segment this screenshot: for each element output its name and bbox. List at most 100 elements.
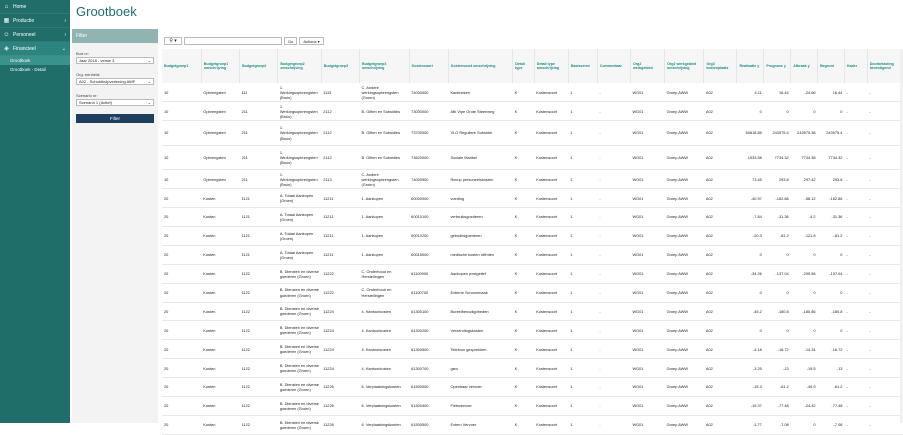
table-cell: 0: [763, 245, 791, 265]
column-header[interactable]: Budgetgroep3: [321, 49, 361, 83]
search-column-button[interactable]: ⚲ ▾: [164, 37, 182, 45]
table-cell: 211: [239, 120, 278, 146]
table-cell: -: [597, 145, 631, 171]
table-cell: B. Diensten en diverse goederen (Groen): [277, 264, 322, 284]
nav-sub-grootboek-detail[interactable]: Grootboek - Detail: [0, 65, 70, 74]
table-cell: 2112: [321, 145, 360, 171]
table-row[interactable]: 20 Kosten 1121 A. Totaal Aankopen (Groen) 11…: [162, 188, 903, 209]
table-row[interactable]: 20 Kosten 1122 B. Diensten en diverse goede…: [162, 396, 903, 416]
column-header[interactable]: Budgetgroep2: [239, 49, 279, 83]
scenario-select[interactable]: Scenario 1 (Actief) ⌄: [76, 99, 154, 106]
column-header[interactable]: Org3 kostenplaats: [703, 49, 738, 83]
table-cell: 74000000: [409, 83, 449, 103]
table-cell: 1122: [239, 339, 278, 360]
chevron-down-icon: ⌄: [61, 45, 66, 52]
column-header[interactable]: Kostensoort omschrijving: [448, 49, 514, 83]
table-cell: -: [867, 120, 903, 146]
table-cell: 1: [568, 358, 598, 379]
table-cell: 10: [162, 120, 202, 146]
table-cell: -185.86: [790, 302, 818, 322]
column-header[interactable]: Doorbelasting bevestigend: [867, 49, 903, 83]
table-cell: 0: [790, 320, 818, 341]
table-cell: A02: [703, 302, 737, 322]
table-cell: Groep AWW: [664, 226, 704, 246]
table-cell: K: [512, 396, 535, 416]
column-header[interactable]: Kostensoort: [409, 49, 449, 83]
table-cell: Extern Vervoer: [448, 415, 513, 435]
column-header[interactable]: Commentaar: [597, 49, 631, 83]
nav-item-home[interactable]: ⌂ Home: [0, 0, 70, 14]
table-cell: Kosten: [201, 302, 240, 322]
table-cell: 293.8: [817, 169, 845, 190]
column-header[interactable]: Budgetgroep3 omschrijving: [359, 49, 410, 83]
column-header[interactable]: Org2 werkgebied omschrijving: [664, 49, 705, 83]
table-row[interactable]: 20 Kosten 1121 A. Totaal Aankopen (Groen) 11…: [162, 207, 903, 227]
table-cell: Groep AWW: [664, 283, 704, 303]
table-cell: -20.3: [736, 226, 764, 246]
report-region: ⚲ ▾ Go Actions ▾ Budgetgroep1 Budgetgroep…: [162, 33, 903, 435]
table-row[interactable]: 20 Kosten 1122 B. Diensten en diverse goede…: [162, 302, 903, 322]
table-row[interactable]: 20 Kosten 1122 B. Diensten en diverse goede…: [162, 415, 903, 435]
column-header[interactable]: Begroot: [817, 49, 845, 83]
table-row[interactable]: 20 Kosten 1122 B. Diensten en diverse goede…: [162, 377, 903, 397]
table-row[interactable]: 20 Kosten 1121 A. Totaal Aankopen (Groen) 11…: [162, 226, 903, 246]
table-row[interactable]: 20 Kosten 1122 B. Diensten en diverse goede…: [162, 339, 903, 360]
table-cell: 1122: [239, 358, 278, 379]
table-row[interactable]: 20 Kosten 1122 B. Diensten en diverse goede…: [162, 320, 903, 341]
table-cell: 10: [162, 83, 202, 103]
go-button[interactable]: Go: [284, 37, 298, 45]
table-cell: 0: [817, 245, 845, 265]
nav-item-productie[interactable]: ▦ Productie ›: [0, 14, 70, 28]
nav-sub-grootboek[interactable]: Grootboek: [0, 56, 70, 65]
table-cell: 61300700: [409, 358, 449, 379]
table-cell: A02: [703, 377, 737, 397]
table-cell: A. Totaal Aankopen (Groen): [277, 245, 322, 265]
nav-item-financieel[interactable]: ◈ Financieel ⌄: [0, 42, 70, 56]
table-cell: 60015000: [409, 245, 449, 265]
table-cell: -58.12: [790, 188, 818, 209]
nav-item-personeel[interactable]: ☺ Personeel ›: [0, 28, 70, 42]
table-row[interactable]: 20 Kosten 1122 B. Diensten en diverse goede…: [162, 264, 903, 284]
table-row[interactable]: 10 Opbrengsten 211 1. Werkingsopbrengsten (…: [162, 169, 903, 190]
table-row[interactable]: 20 Kosten 1121 A. Totaal Aankopen (Groen) 11…: [162, 245, 903, 265]
column-header[interactable]: Detail type: [512, 49, 535, 83]
column-header[interactable]: Basisverse: [568, 49, 598, 83]
filter-button[interactable]: Filter: [76, 114, 154, 123]
actions-menu-button[interactable]: Actions ▾: [299, 37, 324, 45]
column-header[interactable]: Budgetgroep1 omschrijving: [201, 49, 241, 83]
table-cell: 10: [162, 145, 202, 171]
table-cell: Kosten: [201, 339, 240, 360]
table-cell: 0: [763, 320, 791, 341]
column-header[interactable]: Kader: [844, 49, 868, 83]
table-cell: -: [844, 169, 868, 190]
table-row[interactable]: 20 Kosten 1122 B. Diensten en diverse goede…: [162, 283, 903, 303]
table-cell: Kosten: [201, 207, 240, 227]
table-cell: 1121: [239, 188, 278, 209]
table-cell: A02: [703, 415, 737, 435]
table-row[interactable]: 10 Opbrengsten 211 1. Werkingsopbrengsten (…: [162, 101, 903, 122]
column-header[interactable]: Detail type omschrijving: [534, 49, 569, 83]
budget-select[interactable]: Jaar 2018 - versie 3 ⌄: [76, 57, 154, 64]
column-header[interactable]: Budgetgroep1: [162, 49, 202, 83]
table-cell: 0: [736, 283, 764, 303]
table-row[interactable]: 10 Opbrengsten 211 1. Werkingsopbrengsten (…: [162, 145, 903, 171]
org-select[interactable]: A02 - Schuldhulpverlening AWF ⌄: [76, 78, 154, 85]
table-cell: K: [512, 145, 535, 171]
table-cell: -: [597, 169, 631, 190]
column-header[interactable]: Org2 werkgebied: [630, 49, 666, 83]
column-header[interactable]: Budgetgroep2 omschrijving: [277, 49, 322, 83]
table-cell: 1121: [239, 245, 278, 265]
table-cell: -61.2: [763, 377, 791, 397]
column-header[interactable]: Realisatie y: [736, 49, 765, 83]
table-row[interactable]: 20 Kosten 1122 B. Diensten en diverse goede…: [162, 358, 903, 379]
table-cell: Kosten: [201, 320, 240, 341]
column-header[interactable]: Afbraak y: [790, 49, 819, 83]
table-cell: K: [512, 302, 535, 322]
table-row[interactable]: 10 Opbrengsten 211 1. Werkingsopbrengsten (…: [162, 120, 903, 146]
search-input[interactable]: [184, 37, 282, 45]
column-header[interactable]: Prognose y: [763, 49, 792, 83]
table-cell: 4. Kantoorkosten: [359, 302, 410, 322]
table-row[interactable]: 10 Opbrengsten 111 1. Werkingsopbrengsten (…: [162, 83, 903, 103]
table-cell: -: [597, 226, 631, 246]
table-cell: 1: [568, 207, 598, 227]
